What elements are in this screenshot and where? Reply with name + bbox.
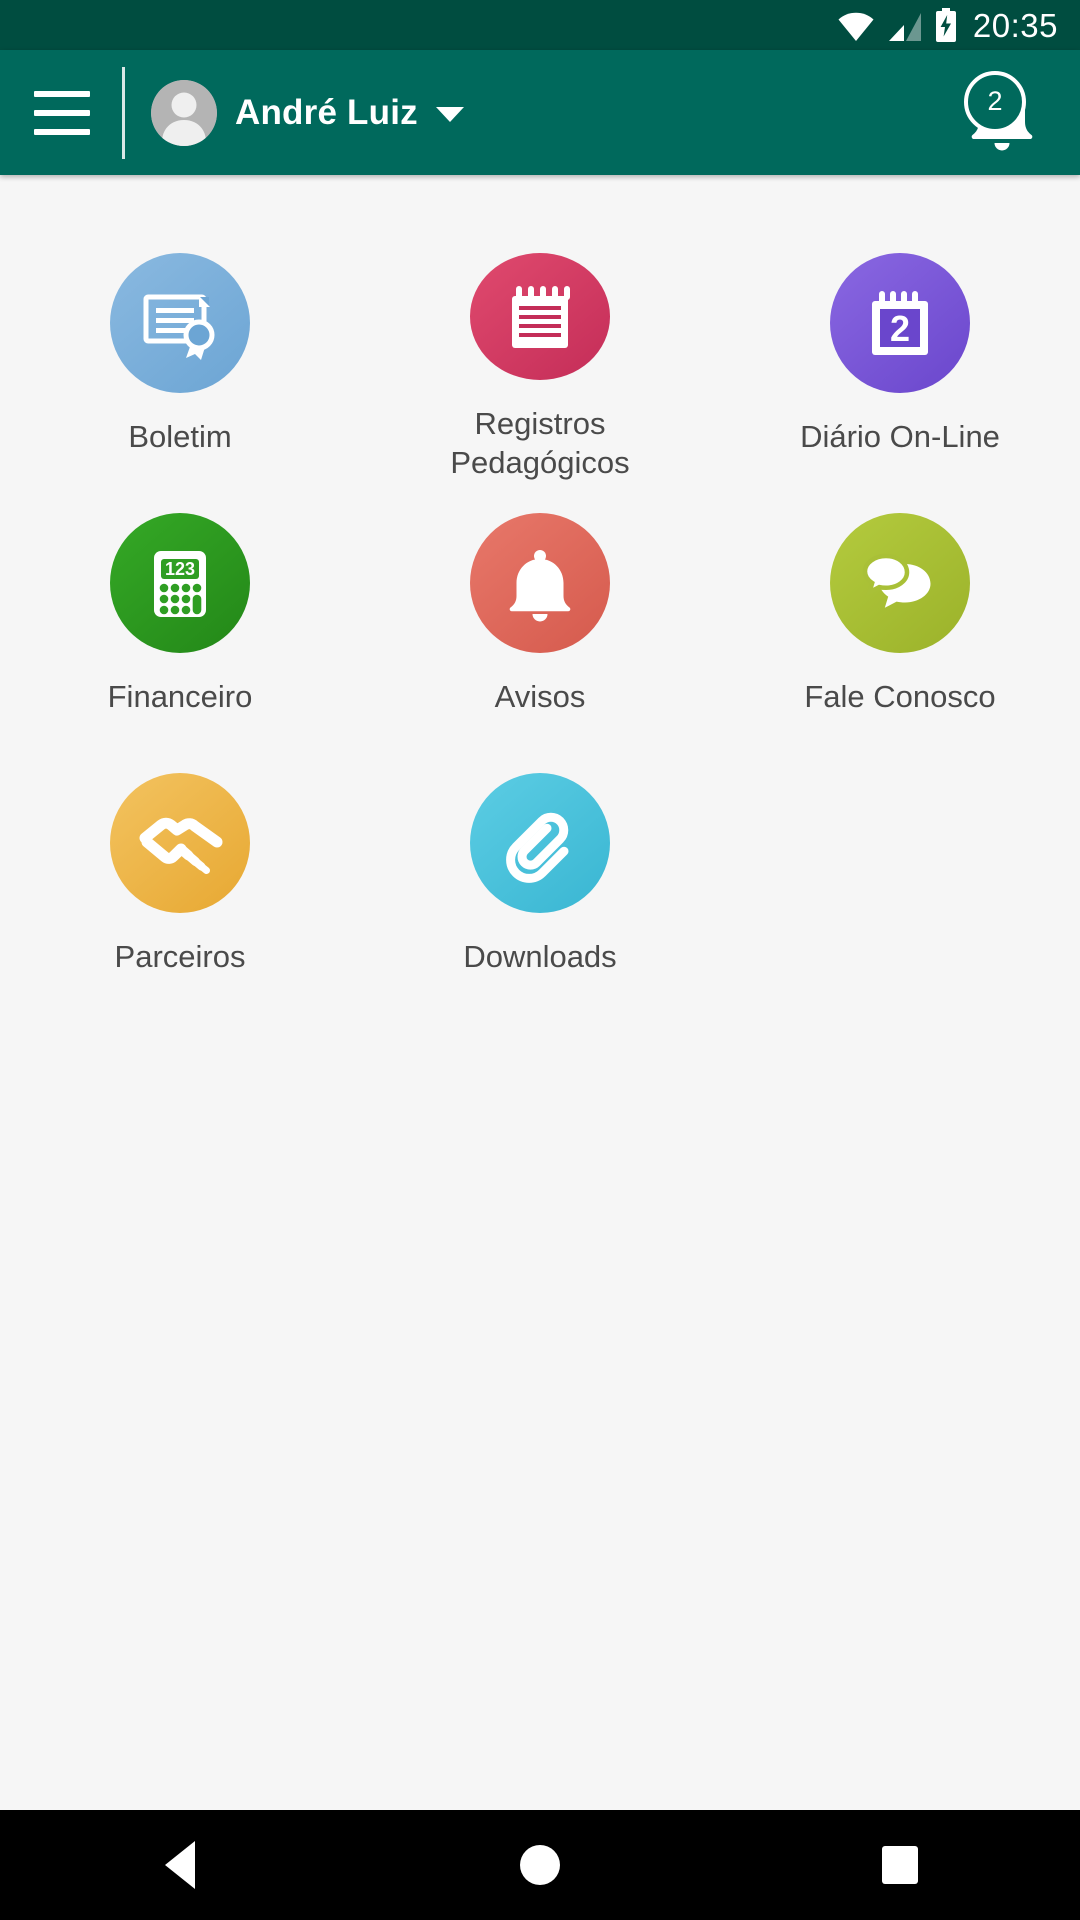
- chat-bubbles-icon: [862, 553, 931, 608]
- main-content: Boletim Registros Pedagógicos 2 Diário O…: [0, 175, 1080, 1810]
- paperclip-icon: [506, 812, 569, 883]
- tile-label: Diário On-Line: [800, 419, 1000, 454]
- notepad-icon: [512, 286, 570, 349]
- square-recents-icon: [882, 1846, 918, 1884]
- tile-icon-circle: 123: [110, 513, 250, 653]
- tile-icon-circle: [470, 513, 610, 653]
- tile-label: Registros Pedagógicos: [450, 405, 630, 481]
- android-navigation-bar: [0, 1810, 1080, 1920]
- calculator-icon: 123: [154, 551, 206, 617]
- tile-registros-pedagogicos[interactable]: Registros Pedagógicos: [360, 231, 720, 491]
- tile-label: Financeiro: [107, 679, 253, 714]
- home-button[interactable]: [450, 1810, 630, 1920]
- recents-button[interactable]: [810, 1810, 990, 1920]
- user-profile-selector[interactable]: André Luiz: [151, 79, 464, 146]
- tile-icon-circle: [830, 513, 970, 653]
- user-avatar-placeholder-icon: [151, 79, 217, 146]
- certificate-icon: [143, 294, 215, 360]
- bell-icon: [509, 550, 571, 622]
- chevron-down-icon[interactable]: [435, 107, 464, 122]
- triangle-back-icon: [165, 1841, 195, 1889]
- status-bar-icons: [837, 8, 957, 42]
- battery-charging-icon: [935, 8, 956, 42]
- user-name-label: André Luiz: [235, 92, 418, 132]
- app-bar-divider: [122, 66, 125, 159]
- cellular-signal-icon: [888, 13, 921, 41]
- tile-downloads[interactable]: Downloads: [360, 751, 720, 1011]
- tile-label: Parceiros: [114, 939, 246, 974]
- tile-label: Downloads: [463, 939, 617, 974]
- tile-label: Boletim: [128, 419, 232, 454]
- circle-home-icon: [520, 1845, 560, 1885]
- handshake-icon: [139, 817, 223, 874]
- calendar-day-number: 2: [890, 308, 910, 349]
- tile-diario-online[interactable]: 2 Diário On-Line: [720, 231, 1080, 491]
- tile-icon-circle: [470, 773, 610, 913]
- avatar: [151, 79, 217, 146]
- wifi-icon: [838, 12, 874, 42]
- tile-icon-circle: 2: [830, 253, 970, 393]
- back-button[interactable]: [90, 1810, 270, 1920]
- app-shortcut-grid: Boletim Registros Pedagógicos 2 Diário O…: [0, 231, 1080, 1011]
- tile-icon-circle: [110, 773, 250, 913]
- tile-icon-circle: [110, 253, 250, 393]
- notification-bell-button[interactable]: 2: [950, 61, 1054, 165]
- hamburger-line: [34, 128, 90, 135]
- hamburger-menu-icon[interactable]: [34, 90, 90, 135]
- status-bar-clock: 20:35: [972, 6, 1058, 44]
- tile-fale-conosco[interactable]: Fale Conosco: [720, 491, 1080, 751]
- notification-badge: 2: [964, 70, 1026, 133]
- calendar-icon: 2: [872, 291, 928, 355]
- status-bar: 20:35: [0, 0, 1080, 50]
- app-bar: André Luiz 2: [0, 50, 1080, 175]
- tile-label: Fale Conosco: [804, 679, 996, 714]
- tile-avisos[interactable]: Avisos: [360, 491, 720, 751]
- tile-financeiro[interactable]: 123 Financeiro: [0, 491, 360, 751]
- tile-label: Avisos: [494, 679, 586, 714]
- tile-icon-circle: [470, 253, 610, 380]
- tile-parceiros[interactable]: Parceiros: [0, 751, 360, 1011]
- hamburger-line: [34, 90, 90, 97]
- hamburger-line: [34, 109, 90, 116]
- calculator-display-text: 123: [165, 559, 195, 579]
- tile-boletim[interactable]: Boletim: [0, 231, 360, 491]
